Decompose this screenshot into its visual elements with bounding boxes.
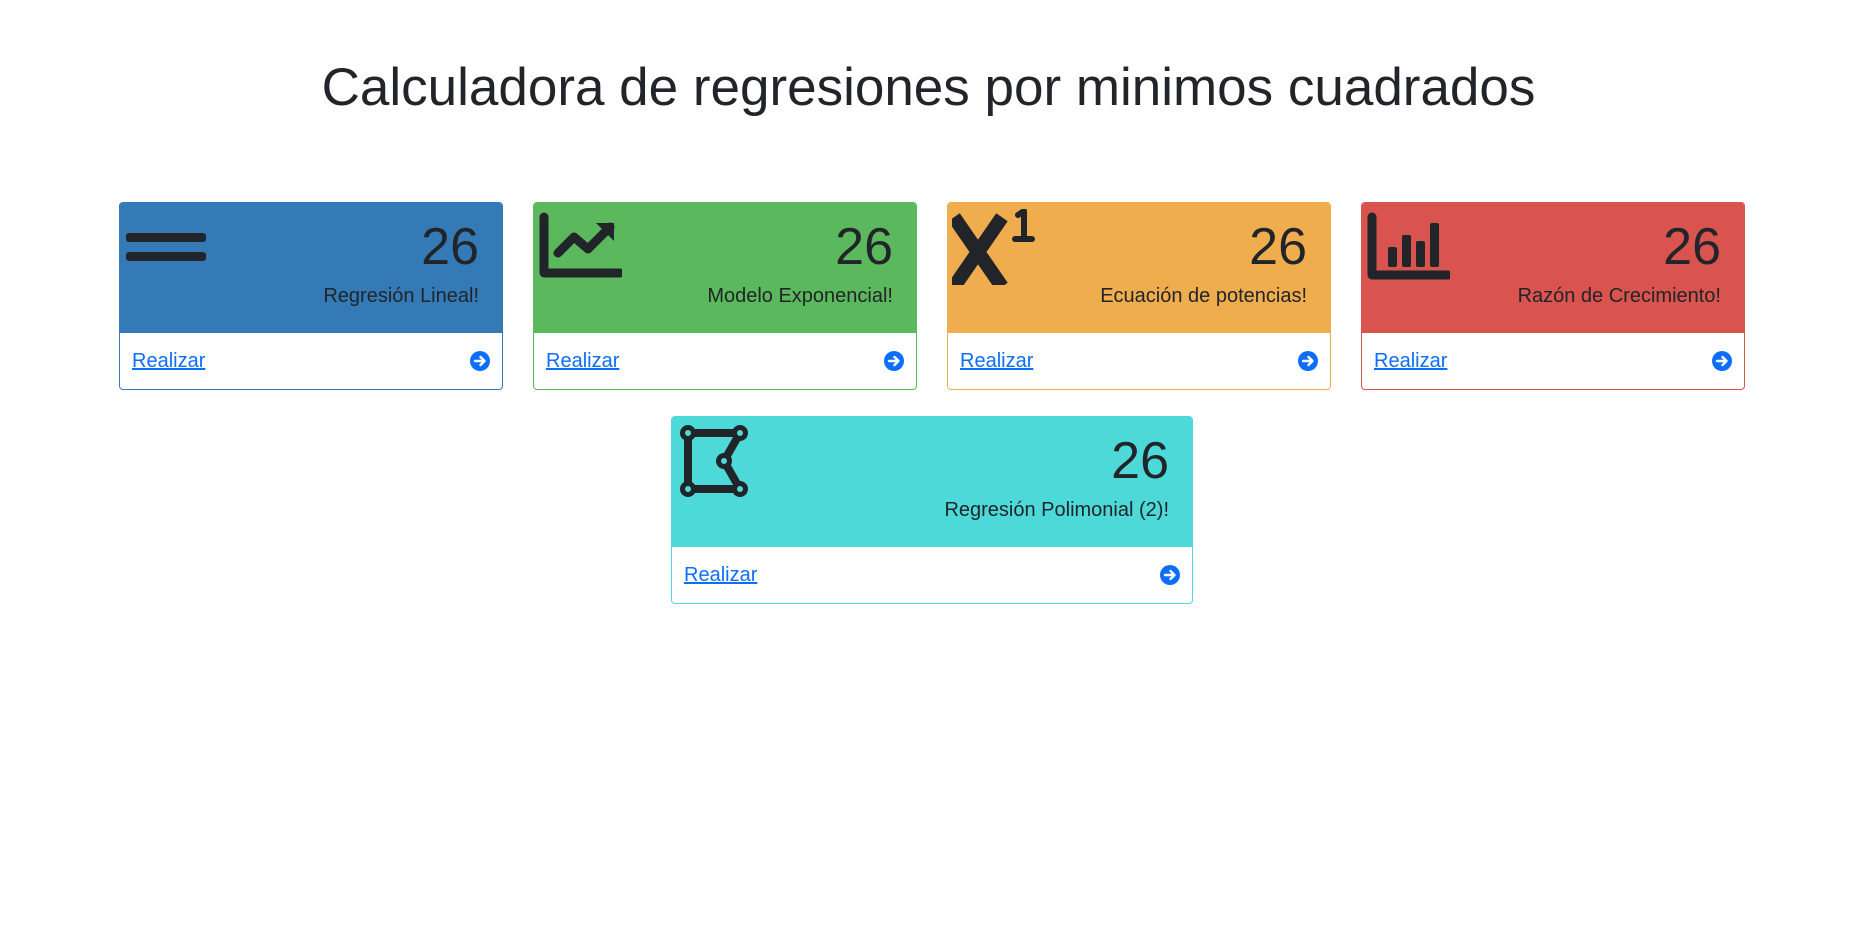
- bar-chart-icon: [1367, 212, 1450, 280]
- line-chart-icon: [539, 212, 622, 278]
- bezier-polygon-icon: [680, 425, 748, 497]
- realizar-link[interactable]: Realizar: [546, 348, 619, 374]
- card-count: 26: [421, 218, 479, 276]
- arrow-circle-right-icon[interactable]: [884, 351, 904, 371]
- card-ecuacion-potencias: 26 Ecuación de potencias! Realizar: [947, 202, 1331, 390]
- card-header: 26 Modelo Exponencial!: [534, 203, 916, 333]
- superscript-icon: [952, 209, 1035, 285]
- card-label: Regresión Polimonial (2)!: [944, 499, 1169, 521]
- realizar-link[interactable]: Realizar: [960, 348, 1033, 374]
- card-regresion-lineal: 26 Regresión Lineal! Realizar: [119, 202, 503, 390]
- card-label: Razón de Crecimiento!: [1517, 285, 1721, 307]
- card-regresion-polimonial: 26 Regresión Polimonial (2)! Realizar: [671, 416, 1193, 604]
- arrow-circle-right-icon[interactable]: [1298, 351, 1318, 371]
- card-footer: Realizar: [120, 333, 502, 389]
- card-razon-crecimiento: 26 Razón de Crecimiento! Realizar: [1361, 202, 1745, 390]
- card-footer: Realizar: [672, 547, 1192, 603]
- equals-icon: [126, 233, 206, 261]
- card-label: Modelo Exponencial!: [707, 285, 893, 307]
- card-footer: Realizar: [1362, 333, 1744, 389]
- realizar-link[interactable]: Realizar: [1374, 348, 1447, 374]
- card-header: 26 Regresión Polimonial (2)!: [672, 417, 1192, 547]
- card-count: 26: [1663, 218, 1721, 276]
- card-header: 26 Regresión Lineal!: [120, 203, 502, 333]
- card-footer: Realizar: [534, 333, 916, 389]
- card-modelo-exponencial: 26 Modelo Exponencial! Realizar: [533, 202, 917, 390]
- card-count: 26: [1111, 432, 1169, 490]
- arrow-circle-right-icon[interactable]: [1712, 351, 1732, 371]
- card-label: Regresión Lineal!: [323, 285, 479, 307]
- card-count: 26: [835, 218, 893, 276]
- realizar-link[interactable]: Realizar: [684, 562, 757, 588]
- card-footer: Realizar: [948, 333, 1330, 389]
- arrow-circle-right-icon[interactable]: [1160, 565, 1180, 585]
- realizar-link[interactable]: Realizar: [132, 348, 205, 374]
- card-header: 26 Razón de Crecimiento!: [1362, 203, 1744, 333]
- arrow-circle-right-icon[interactable]: [470, 351, 490, 371]
- card-header: 26 Ecuación de potencias!: [948, 203, 1330, 333]
- card-count: 26: [1249, 218, 1307, 276]
- page-title: Calculadora de regresiones por minimos c…: [321, 58, 1536, 117]
- card-label: Ecuación de potencias!: [1100, 285, 1307, 307]
